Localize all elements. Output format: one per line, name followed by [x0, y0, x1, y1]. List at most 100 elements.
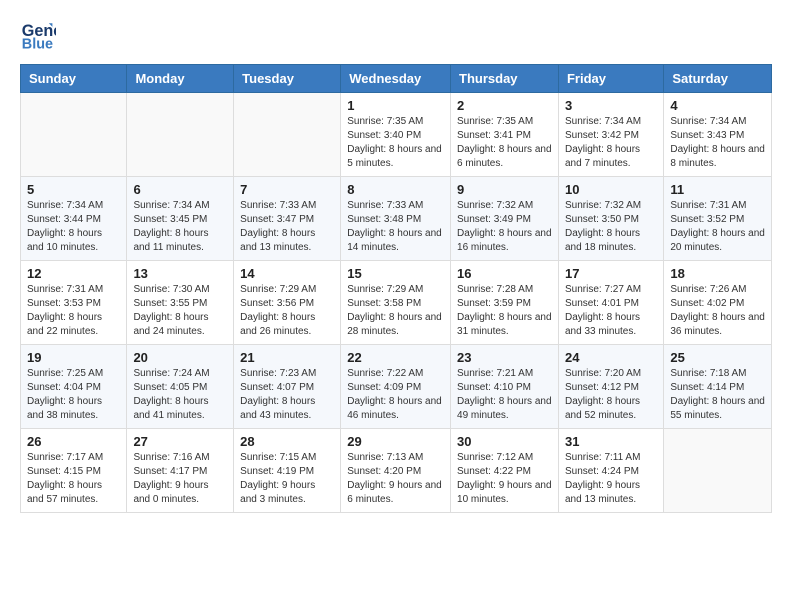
day-number: 15 — [347, 266, 444, 281]
day-info: Sunrise: 7:31 AM Sunset: 3:52 PM Dayligh… — [670, 199, 765, 255]
calendar-cell: 2 Sunrise: 7:35 AM Sunset: 3:41 PM Daylig… — [451, 93, 559, 177]
day-number: 2 — [457, 98, 552, 113]
day-info: Sunrise: 7:16 AM Sunset: 4:17 PM Dayligh… — [133, 451, 227, 507]
day-info: Sunrise: 7:25 AM Sunset: 4:04 PM Dayligh… — [27, 367, 120, 423]
day-info: Sunrise: 7:18 AM Sunset: 4:14 PM Dayligh… — [670, 367, 765, 423]
weekday-header-tuesday: Tuesday — [234, 65, 341, 93]
calendar-cell: 18Sunrise: 7:26 AM Sunset: 4:02 PM Dayli… — [664, 261, 772, 345]
day-number: 18 — [670, 266, 765, 281]
day-number: 14 — [240, 266, 334, 281]
calendar-cell: 22Sunrise: 7:22 AM Sunset: 4:09 PM Dayli… — [341, 345, 451, 429]
day-info: Sunrise: 7:27 AM Sunset: 4:01 PM Dayligh… — [565, 283, 657, 339]
day-number: 7 — [240, 182, 334, 197]
logo-icon: General Blue — [20, 16, 56, 52]
calendar-cell: 8 Sunrise: 7:33 AM Sunset: 3:48 PM Daylig… — [341, 177, 451, 261]
calendar-cell: 11Sunrise: 7:31 AM Sunset: 3:52 PM Dayli… — [664, 177, 772, 261]
day-number: 29 — [347, 434, 444, 449]
day-number: 6 — [133, 182, 227, 197]
calendar-cell: 10 Sunrise: 7:32 AM Sunset: 3:50 PM Dayli… — [558, 177, 663, 261]
calendar-cell: 13Sunrise: 7:30 AM Sunset: 3:55 PM Dayli… — [127, 261, 234, 345]
day-info: Sunrise: 7:31 AM Sunset: 3:53 PM Dayligh… — [27, 283, 120, 339]
day-info: Sunrise: 7:32 AM Sunset: 3:49 PM Dayligh… — [457, 199, 552, 255]
calendar-cell: 19 Sunrise: 7:25 AM Sunset: 4:04 PM Dayli… — [21, 345, 127, 429]
calendar-cell: 21Sunrise: 7:23 AM Sunset: 4:07 PM Dayli… — [234, 345, 341, 429]
day-info: Sunrise: 7:28 AM Sunset: 3:59 PM Dayligh… — [457, 283, 552, 339]
weekday-header-thursday: Thursday — [451, 65, 559, 93]
day-info: Sunrise: 7:33 AM Sunset: 3:48 PM Dayligh… — [347, 199, 444, 255]
day-info: Sunrise: 7:34 AM Sunset: 3:43 PM Dayligh… — [670, 115, 765, 171]
svg-text:Blue: Blue — [22, 36, 53, 52]
day-info: Sunrise: 7:15 AM Sunset: 4:19 PM Dayligh… — [240, 451, 334, 507]
day-number: 26 — [27, 434, 120, 449]
calendar-cell — [127, 93, 234, 177]
calendar-cell: 1 Sunrise: 7:35 AM Sunset: 3:40 PM Daylig… — [341, 93, 451, 177]
day-number: 16 — [457, 266, 552, 281]
day-number: 4 — [670, 98, 765, 113]
week-row-1: 1 Sunrise: 7:35 AM Sunset: 3:40 PM Daylig… — [21, 93, 772, 177]
day-number: 22 — [347, 350, 444, 365]
calendar-cell: 6 Sunrise: 7:34 AM Sunset: 3:45 PM Daylig… — [127, 177, 234, 261]
day-number: 25 — [670, 350, 765, 365]
weekday-header-saturday: Saturday — [664, 65, 772, 93]
day-info: Sunrise: 7:23 AM Sunset: 4:07 PM Dayligh… — [240, 367, 334, 423]
day-info: Sunrise: 7:11 AM Sunset: 4:24 PM Dayligh… — [565, 451, 657, 507]
day-number: 10 — [565, 182, 657, 197]
day-number: 5 — [27, 182, 120, 197]
day-number: 3 — [565, 98, 657, 113]
day-number: 8 — [347, 182, 444, 197]
day-number: 28 — [240, 434, 334, 449]
day-info: Sunrise: 7:34 AM Sunset: 3:42 PM Dayligh… — [565, 115, 657, 171]
day-number: 24 — [565, 350, 657, 365]
day-info: Sunrise: 7:17 AM Sunset: 4:15 PM Dayligh… — [27, 451, 120, 507]
weekday-header-row: SundayMondayTuesdayWednesdayThursdayFrid… — [21, 65, 772, 93]
week-row-2: 5 Sunrise: 7:34 AM Sunset: 3:44 PM Daylig… — [21, 177, 772, 261]
day-info: Sunrise: 7:13 AM Sunset: 4:20 PM Dayligh… — [347, 451, 444, 507]
day-number: 30 — [457, 434, 552, 449]
calendar-cell: 25 Sunrise: 7:18 AM Sunset: 4:14 PM Dayli… — [664, 345, 772, 429]
calendar-cell: 23 Sunrise: 7:21 AM Sunset: 4:10 PM Dayli… — [451, 345, 559, 429]
calendar-cell — [664, 429, 772, 513]
weekday-header-friday: Friday — [558, 65, 663, 93]
calendar-cell: 27Sunrise: 7:16 AM Sunset: 4:17 PM Dayli… — [127, 429, 234, 513]
day-info: Sunrise: 7:24 AM Sunset: 4:05 PM Dayligh… — [133, 367, 227, 423]
day-info: Sunrise: 7:20 AM Sunset: 4:12 PM Dayligh… — [565, 367, 657, 423]
calendar-cell: 12 Sunrise: 7:31 AM Sunset: 3:53 PM Dayli… — [21, 261, 127, 345]
calendar-cell: 20Sunrise: 7:24 AM Sunset: 4:05 PM Dayli… — [127, 345, 234, 429]
calendar-cell: 17 Sunrise: 7:27 AM Sunset: 4:01 PM Dayli… — [558, 261, 663, 345]
weekday-header-monday: Monday — [127, 65, 234, 93]
day-number: 19 — [27, 350, 120, 365]
calendar-cell: 28 Sunrise: 7:15 AM Sunset: 4:19 PM Dayli… — [234, 429, 341, 513]
day-number: 1 — [347, 98, 444, 113]
calendar-cell: 5 Sunrise: 7:34 AM Sunset: 3:44 PM Daylig… — [21, 177, 127, 261]
day-number: 23 — [457, 350, 552, 365]
calendar-cell: 9 Sunrise: 7:32 AM Sunset: 3:49 PM Daylig… — [451, 177, 559, 261]
calendar-cell: 26 Sunrise: 7:17 AM Sunset: 4:15 PM Dayli… — [21, 429, 127, 513]
header: General Blue — [20, 16, 772, 52]
day-info: Sunrise: 7:21 AM Sunset: 4:10 PM Dayligh… — [457, 367, 552, 423]
weekday-header-wednesday: Wednesday — [341, 65, 451, 93]
day-info: Sunrise: 7:32 AM Sunset: 3:50 PM Dayligh… — [565, 199, 657, 255]
week-row-3: 12 Sunrise: 7:31 AM Sunset: 3:53 PM Dayli… — [21, 261, 772, 345]
calendar-cell: 24 Sunrise: 7:20 AM Sunset: 4:12 PM Dayli… — [558, 345, 663, 429]
calendar-cell: 7 Sunrise: 7:33 AM Sunset: 3:47 PM Daylig… — [234, 177, 341, 261]
day-number: 9 — [457, 182, 552, 197]
calendar-cell: 29 Sunrise: 7:13 AM Sunset: 4:20 PM Dayli… — [341, 429, 451, 513]
calendar-cell: 30 Sunrise: 7:12 AM Sunset: 4:22 PM Dayli… — [451, 429, 559, 513]
day-info: Sunrise: 7:29 AM Sunset: 3:56 PM Dayligh… — [240, 283, 334, 339]
day-number: 12 — [27, 266, 120, 281]
day-info: Sunrise: 7:33 AM Sunset: 3:47 PM Dayligh… — [240, 199, 334, 255]
day-info: Sunrise: 7:34 AM Sunset: 3:44 PM Dayligh… — [27, 199, 120, 255]
day-info: Sunrise: 7:29 AM Sunset: 3:58 PM Dayligh… — [347, 283, 444, 339]
week-row-4: 19 Sunrise: 7:25 AM Sunset: 4:04 PM Dayli… — [21, 345, 772, 429]
calendar-cell: 14 Sunrise: 7:29 AM Sunset: 3:56 PM Dayli… — [234, 261, 341, 345]
day-info: Sunrise: 7:35 AM Sunset: 3:41 PM Dayligh… — [457, 115, 552, 171]
logo: General Blue — [20, 16, 60, 52]
day-info: Sunrise: 7:12 AM Sunset: 4:22 PM Dayligh… — [457, 451, 552, 507]
calendar-cell — [21, 93, 127, 177]
page: General Blue SundayMondayTuesdayWednesda… — [0, 0, 792, 529]
day-info: Sunrise: 7:35 AM Sunset: 3:40 PM Dayligh… — [347, 115, 444, 171]
calendar-cell: 4 Sunrise: 7:34 AM Sunset: 3:43 PM Daylig… — [664, 93, 772, 177]
day-info: Sunrise: 7:34 AM Sunset: 3:45 PM Dayligh… — [133, 199, 227, 255]
day-number: 17 — [565, 266, 657, 281]
calendar-cell: 3 Sunrise: 7:34 AM Sunset: 3:42 PM Daylig… — [558, 93, 663, 177]
